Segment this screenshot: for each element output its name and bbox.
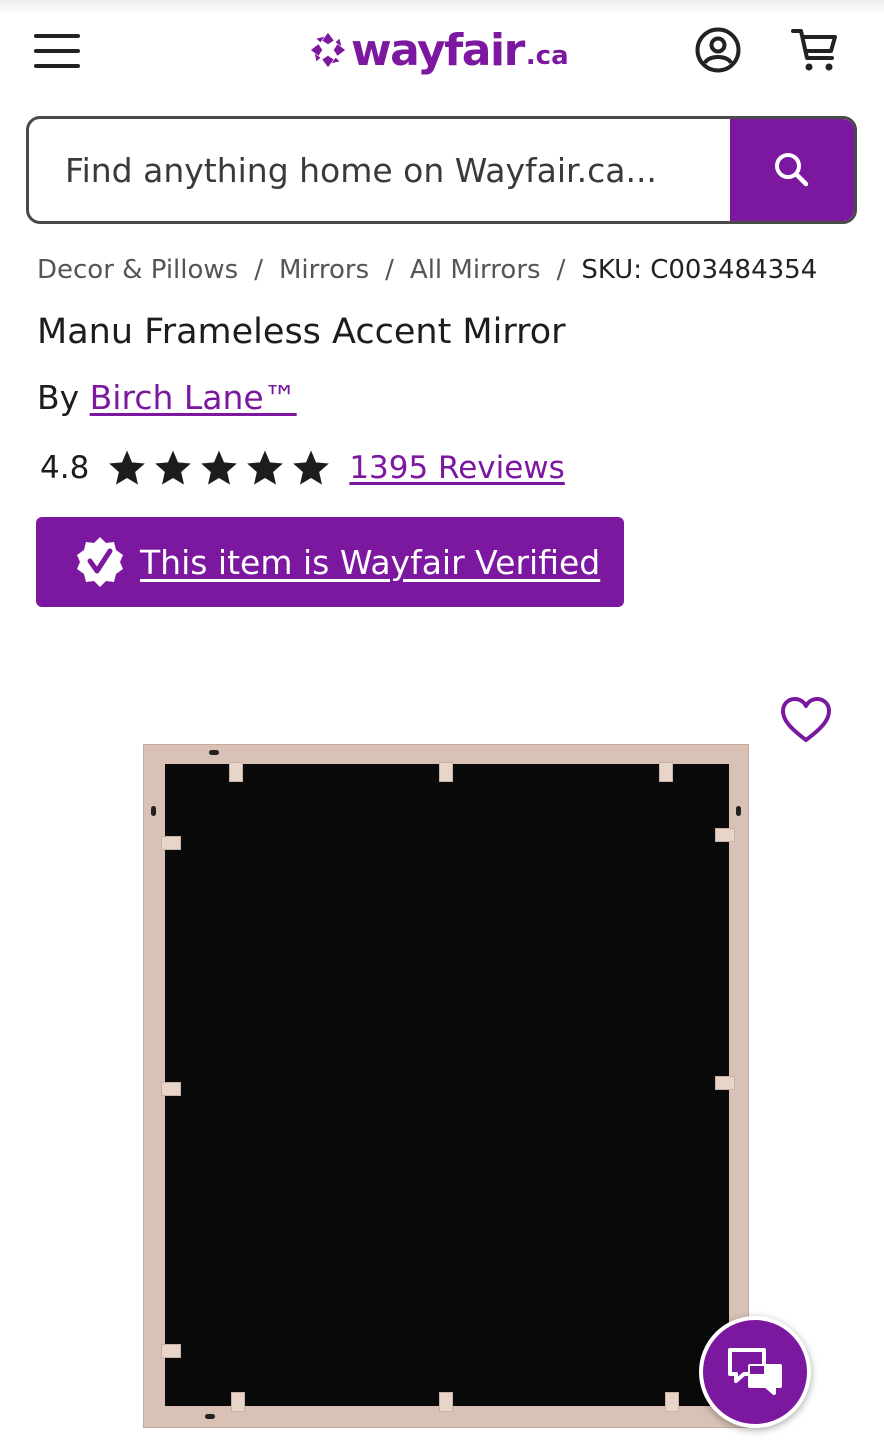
logo-tld: .ca <box>525 41 569 71</box>
wayfair-logo-icon <box>310 32 346 68</box>
hanging-hole <box>205 1414 215 1419</box>
star-icon <box>201 450 238 485</box>
hanging-hole <box>736 806 741 816</box>
wayfair-logo[interactable]: wayfair .ca <box>309 20 569 80</box>
frame-clip <box>161 836 181 850</box>
frame-clip <box>439 762 453 782</box>
frame-clip <box>161 1082 181 1096</box>
mirror-backing <box>165 764 729 1406</box>
star-icon <box>293 450 330 485</box>
hamburger-menu-icon[interactable] <box>34 34 80 68</box>
brand-link[interactable]: Birch Lane™ <box>90 378 297 417</box>
frame-clip <box>715 1076 735 1090</box>
breadcrumb-mirrors[interactable]: Mirrors <box>279 255 369 285</box>
search-bar <box>26 116 857 224</box>
search-button[interactable] <box>730 119 854 221</box>
product-image[interactable] <box>143 744 749 1428</box>
chat-bubbles-icon <box>728 1348 782 1395</box>
frame-clip <box>229 762 243 782</box>
by-label: By <box>37 378 80 417</box>
star-icon <box>247 450 284 485</box>
breadcrumb-separator: / <box>556 255 566 285</box>
wayfair-verified-button[interactable]: This item is Wayfair Verified <box>36 517 624 607</box>
verified-label: This item is Wayfair Verified <box>140 542 601 582</box>
hanging-hole <box>151 806 156 816</box>
star-icon <box>155 450 192 485</box>
search-input[interactable] <box>29 119 730 221</box>
product-byline: By Birch Lane™ <box>37 378 297 417</box>
heart-icon[interactable] <box>778 694 834 748</box>
frame-clip <box>439 1392 453 1412</box>
frame-clip <box>665 1392 679 1412</box>
chat-button[interactable] <box>699 1316 811 1428</box>
frame-clip <box>715 828 735 842</box>
reviews-link[interactable]: 1395 Reviews <box>349 450 565 486</box>
product-title: Manu Frameless Accent Mirror <box>37 312 566 352</box>
breadcrumb-decor-pillows[interactable]: Decor & Pillows <box>37 255 238 285</box>
breadcrumb: Decor & Pillows / Mirrors / All Mirrors … <box>37 252 857 288</box>
logo-wordmark: wayfair <box>351 24 525 76</box>
frame-clip <box>161 1344 181 1358</box>
breadcrumb-separator: / <box>254 255 263 285</box>
sku-label: SKU: C003484354 <box>581 255 818 285</box>
star-rating <box>107 448 331 488</box>
frame-clip <box>231 1392 245 1412</box>
rating-value: 4.8 <box>40 450 90 486</box>
account-icon[interactable] <box>694 26 742 74</box>
search-icon <box>775 153 809 187</box>
cart-icon[interactable] <box>790 26 840 74</box>
frame-clip <box>659 762 673 782</box>
breadcrumb-separator: / <box>385 255 394 285</box>
verified-badge-icon <box>77 537 123 587</box>
star-icon <box>109 450 146 485</box>
rating-row: 4.8 1395 Reviews <box>40 444 565 492</box>
breadcrumb-all-mirrors[interactable]: All Mirrors <box>410 255 541 285</box>
site-header: wayfair .ca <box>0 0 884 100</box>
hanging-hole <box>209 750 219 755</box>
